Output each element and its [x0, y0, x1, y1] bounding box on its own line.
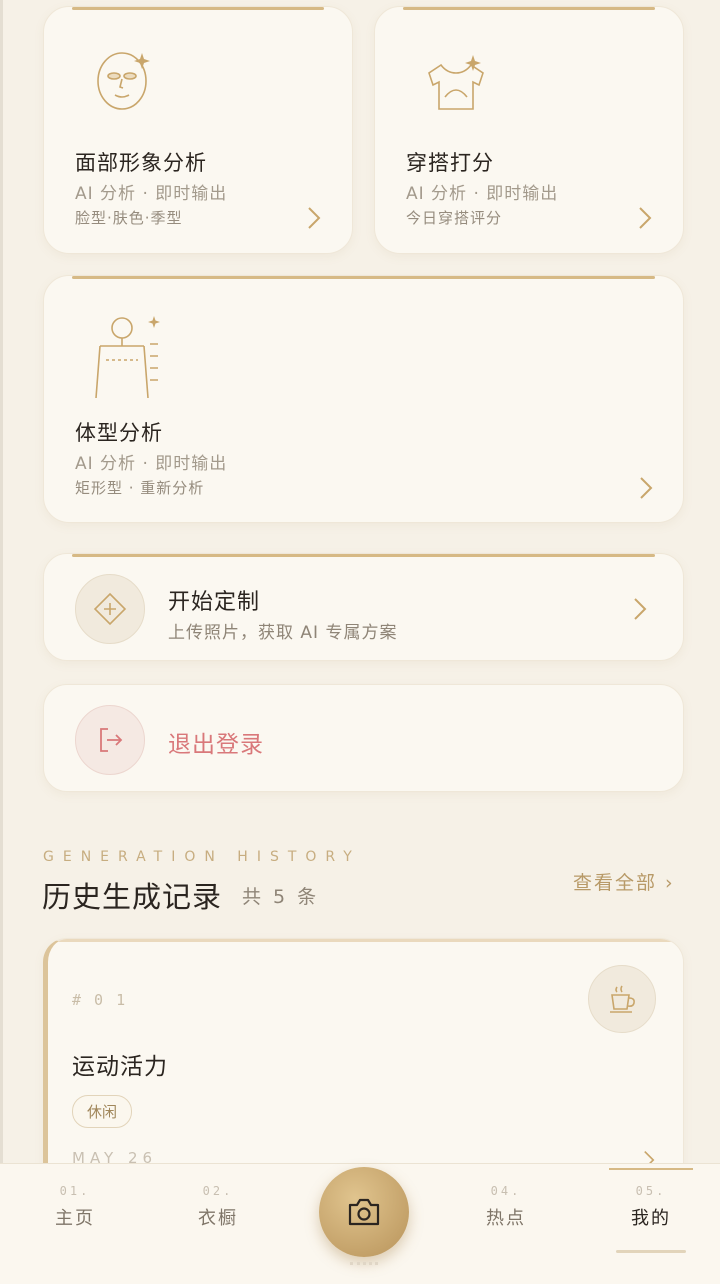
logout-icon-badge	[75, 705, 145, 775]
card-subtitle: AI 分析 · 即时输出	[406, 184, 559, 204]
nav-number: 04.	[490, 1184, 522, 1198]
history-item-icon-badge	[588, 965, 656, 1033]
customize-subtitle: 上传照片，获取 AI 专属方案	[168, 623, 398, 643]
camera-button[interactable]	[319, 1167, 409, 1257]
history-item-card[interactable]: # 0 1 运动活力 休闲 MAY 26	[43, 938, 684, 1198]
card-top-accent	[72, 554, 655, 557]
logout-row[interactable]: 退出登录	[43, 684, 684, 792]
history-item-title: 运动活力	[72, 1054, 168, 1080]
history-eyebrow: GENERATION HISTORY	[43, 849, 361, 865]
card-tag: 矩形型 · 重新分析	[75, 479, 205, 497]
chevron-right-icon	[308, 207, 321, 229]
customize-title: 开始定制	[168, 590, 261, 615]
chevron-right-icon	[634, 598, 647, 620]
customize-icon-badge	[75, 574, 145, 644]
outfit-score-card[interactable]: 穿搭打分 AI 分析 · 即时输出 今日穿搭评分	[374, 6, 684, 254]
nav-active-indicator	[609, 1168, 693, 1170]
card-top-accent	[72, 7, 324, 10]
left-edge	[0, 0, 3, 1284]
nav-active-underline	[616, 1250, 686, 1253]
card-title: 体型分析	[75, 421, 163, 445]
nav-number: 01.	[59, 1184, 91, 1198]
face-sparkle-icon	[97, 52, 150, 110]
camera-button-dots	[350, 1262, 378, 1265]
nav-label: 衣橱	[198, 1208, 238, 1229]
history-item-tag: 休闲	[72, 1095, 133, 1128]
nav-label: 热点	[486, 1208, 526, 1229]
card-top-accent	[403, 7, 655, 10]
nav-number: 05.	[635, 1184, 667, 1198]
chevron-right-icon	[640, 477, 653, 499]
history-index: # 0 1	[72, 991, 128, 1009]
nav-trending[interactable]: 04. 热点	[451, 1184, 561, 1230]
card-title: 面部形象分析	[75, 151, 207, 175]
card-top-accent	[58, 939, 673, 942]
logout-icon	[100, 728, 123, 752]
nav-profile[interactable]: 05. 我的	[596, 1168, 706, 1253]
body-figure-icon	[95, 316, 160, 399]
logout-label: 退出登录	[168, 732, 264, 758]
card-top-accent	[72, 276, 655, 279]
start-customize-row[interactable]: 开始定制 上传照片，获取 AI 专属方案	[43, 553, 684, 661]
see-all-link[interactable]: 查看全部 ›	[573, 868, 675, 895]
shirt-sparkle-icon	[428, 55, 484, 110]
history-count: 共 5 条	[242, 886, 320, 908]
coffee-cup-icon	[610, 985, 635, 1013]
diamond-plus-icon	[93, 592, 127, 626]
card-title: 穿搭打分	[406, 151, 494, 175]
card-subtitle: AI 分析 · 即时输出	[75, 454, 228, 474]
nav-label: 主页	[55, 1208, 95, 1229]
face-analysis-card[interactable]: 面部形象分析 AI 分析 · 即时输出 脸型·肤色·季型	[43, 6, 353, 254]
card-tag: 脸型·肤色·季型	[75, 209, 183, 227]
camera-icon	[348, 1198, 380, 1226]
card-tag: 今日穿搭评分	[406, 209, 503, 227]
card-subtitle: AI 分析 · 即时输出	[75, 184, 228, 204]
chevron-right-icon	[639, 207, 652, 229]
nav-wardrobe[interactable]: 02. 衣橱	[163, 1184, 273, 1230]
nav-label: 我的	[631, 1208, 671, 1229]
nav-home[interactable]: 01. 主页	[20, 1184, 130, 1230]
body-analysis-card[interactable]: 体型分析 AI 分析 · 即时输出 矩形型 · 重新分析	[43, 275, 684, 523]
history-title: 历史生成记录	[42, 880, 223, 914]
nav-number: 02.	[202, 1184, 234, 1198]
